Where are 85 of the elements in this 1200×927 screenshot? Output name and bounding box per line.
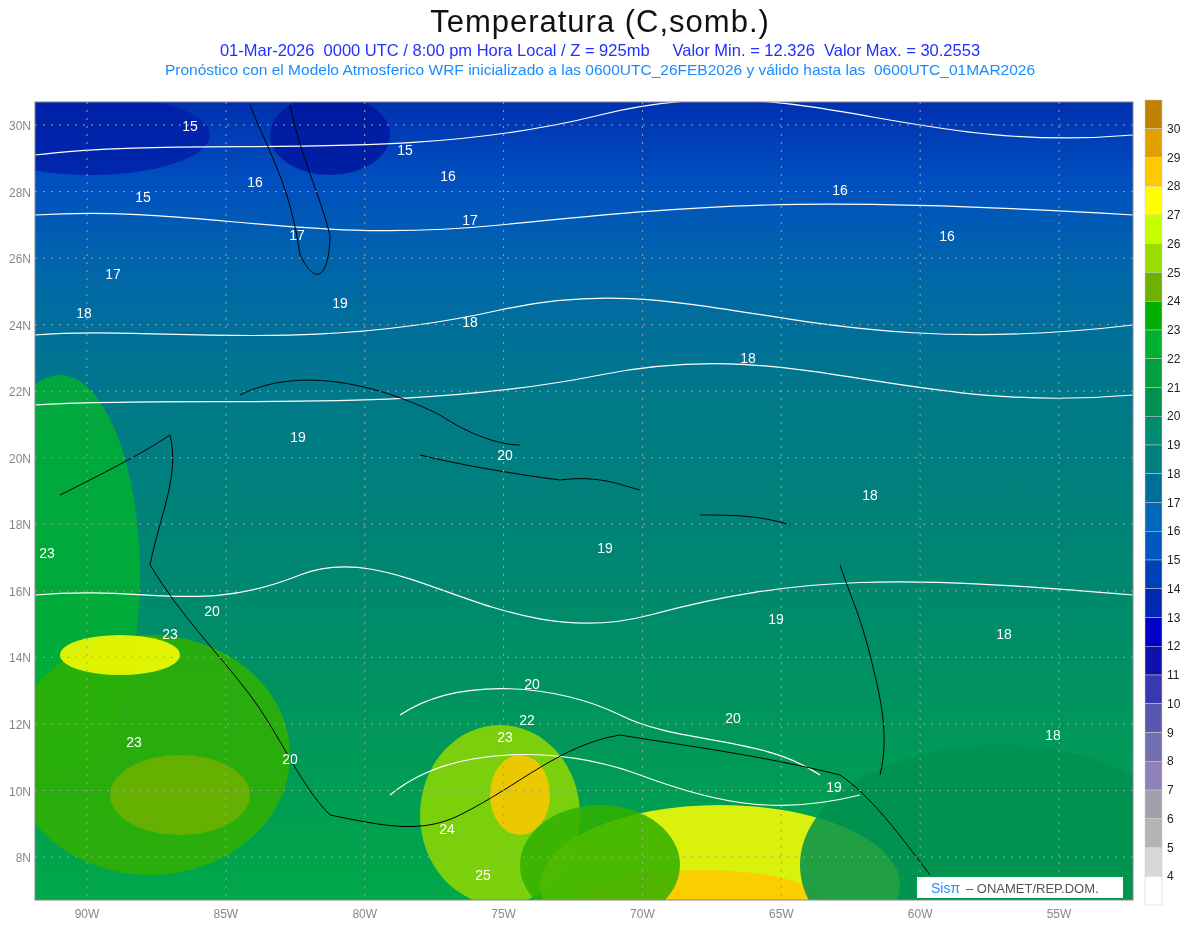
colorbar-label: 13: [1167, 610, 1181, 625]
contour-label: 18: [740, 350, 756, 366]
colorbar-label: 10: [1167, 696, 1181, 711]
colorbar-label: 17: [1167, 495, 1181, 510]
forecast-note: Pronóstico con el Modelo Atmosferico WRF inicializado a las 0600UTC_26FEB2026 y válido hasta las 0600UTC_01MAR2026: [164, 60, 1036, 80]
colorbar-label: 9: [1167, 725, 1174, 740]
latitude-label: 26N: [9, 252, 31, 267]
contour-label: 15: [182, 118, 198, 134]
contour-label: 20: [725, 710, 741, 726]
latitude-label: 30N: [9, 119, 31, 133]
map-subtitle: 01-Mar-2026 0000 UTC / 8:00 pm Hora Local / Z = 925mb Valor Min. = 12.326 Valor Max. = 30.2553: [219, 41, 981, 61]
colorbar-label: 24: [1167, 294, 1181, 309]
contour-label: 23: [126, 734, 142, 750]
credit-logo: Sisπ: [931, 880, 961, 896]
longitude-label: 75W: [491, 907, 516, 921]
colorbar-label: 18: [1167, 466, 1181, 481]
colorbar-label: 16: [1167, 524, 1181, 539]
colorbar-label: 25: [1167, 265, 1181, 280]
latitude-label: 16N: [9, 584, 31, 599]
colorbar-label: 15: [1167, 553, 1181, 567]
latitude-label: 20N: [9, 451, 31, 466]
colorbar-label: 11: [1167, 668, 1180, 682]
colorbar-label: 12: [1167, 639, 1181, 654]
contour-label: 20: [524, 676, 540, 692]
contour-label: 16: [247, 174, 263, 190]
latitude-label: 14N: [9, 651, 31, 666]
contour-label: 22: [519, 712, 535, 728]
contour-label: 15: [397, 142, 413, 158]
latitude-label: 22N: [9, 385, 31, 400]
colorbar-label: 19: [1167, 438, 1181, 452]
latitude-label: 10N: [9, 784, 31, 799]
colorbar-label: 29: [1167, 150, 1181, 165]
latitude-label: 28N: [9, 185, 31, 200]
longitude-label: 85W: [213, 907, 239, 921]
colorbar-label: 4: [1167, 869, 1174, 884]
contour-label: 19: [290, 429, 306, 445]
longitude-label: 90W: [74, 907, 100, 921]
colorbar-label: 30: [1167, 121, 1181, 136]
contour-label: 16: [939, 228, 955, 244]
latitude-label: 18N: [9, 518, 31, 533]
contour-label: 18: [996, 626, 1012, 642]
colorbar-label: 28: [1167, 179, 1181, 194]
colorbar-label: 23: [1167, 323, 1181, 337]
contour-label: 25: [475, 867, 491, 883]
longitude-label: 55W: [1046, 907, 1072, 921]
longitude-label: 70W: [630, 907, 655, 921]
contour-label: 18: [1045, 727, 1061, 743]
latitude-label: 24N: [9, 318, 31, 333]
colorbar-label: 20: [1167, 409, 1181, 424]
contour-label: 23: [39, 545, 55, 561]
contour-label: 15: [135, 189, 151, 205]
contour-label: 19: [597, 540, 613, 556]
colorbar-label: 8: [1167, 754, 1174, 769]
contour-label: 17: [462, 212, 478, 228]
contour-label: 19: [768, 611, 784, 627]
colorbar-label: 14: [1167, 581, 1181, 596]
contour-label: 17: [289, 227, 305, 243]
contour-label: 19: [826, 779, 842, 795]
map-title: Temperatura (C,somb.): [430, 3, 770, 37]
longitude-label: 60W: [907, 907, 933, 921]
contour-label: 16: [440, 168, 456, 184]
colorbar-label: 26: [1167, 236, 1181, 251]
contour-label: 24: [439, 821, 455, 837]
longitude-label: 65W: [768, 907, 794, 921]
colorbar-label: 27: [1167, 208, 1181, 222]
contour-label: 20: [204, 603, 220, 619]
contour-label: 18: [76, 305, 92, 321]
colorbar-label: 6: [1167, 811, 1174, 826]
contour-label: 20: [282, 751, 298, 767]
credit-text: – ONAMET/REP.DOM.: [966, 881, 1099, 896]
colorbar-label: 21: [1167, 380, 1181, 395]
longitude-label: 80W: [352, 907, 378, 921]
latitude-label: 12N: [9, 717, 31, 732]
contour-label: 18: [462, 314, 478, 330]
contour-label: 20: [497, 447, 513, 463]
contour-label: 19: [332, 295, 348, 311]
contour-label: 18: [862, 487, 878, 503]
contour-label: 16: [832, 182, 848, 198]
colorbar-label: 7: [1167, 783, 1174, 797]
contour-label: 17: [105, 266, 121, 282]
colorbar-label: 5: [1167, 840, 1174, 855]
latitude-label: 8N: [15, 851, 31, 866]
contour-label: 23: [497, 729, 513, 745]
contour-label: 23: [162, 626, 178, 642]
colorbar-label: 22: [1167, 351, 1181, 366]
